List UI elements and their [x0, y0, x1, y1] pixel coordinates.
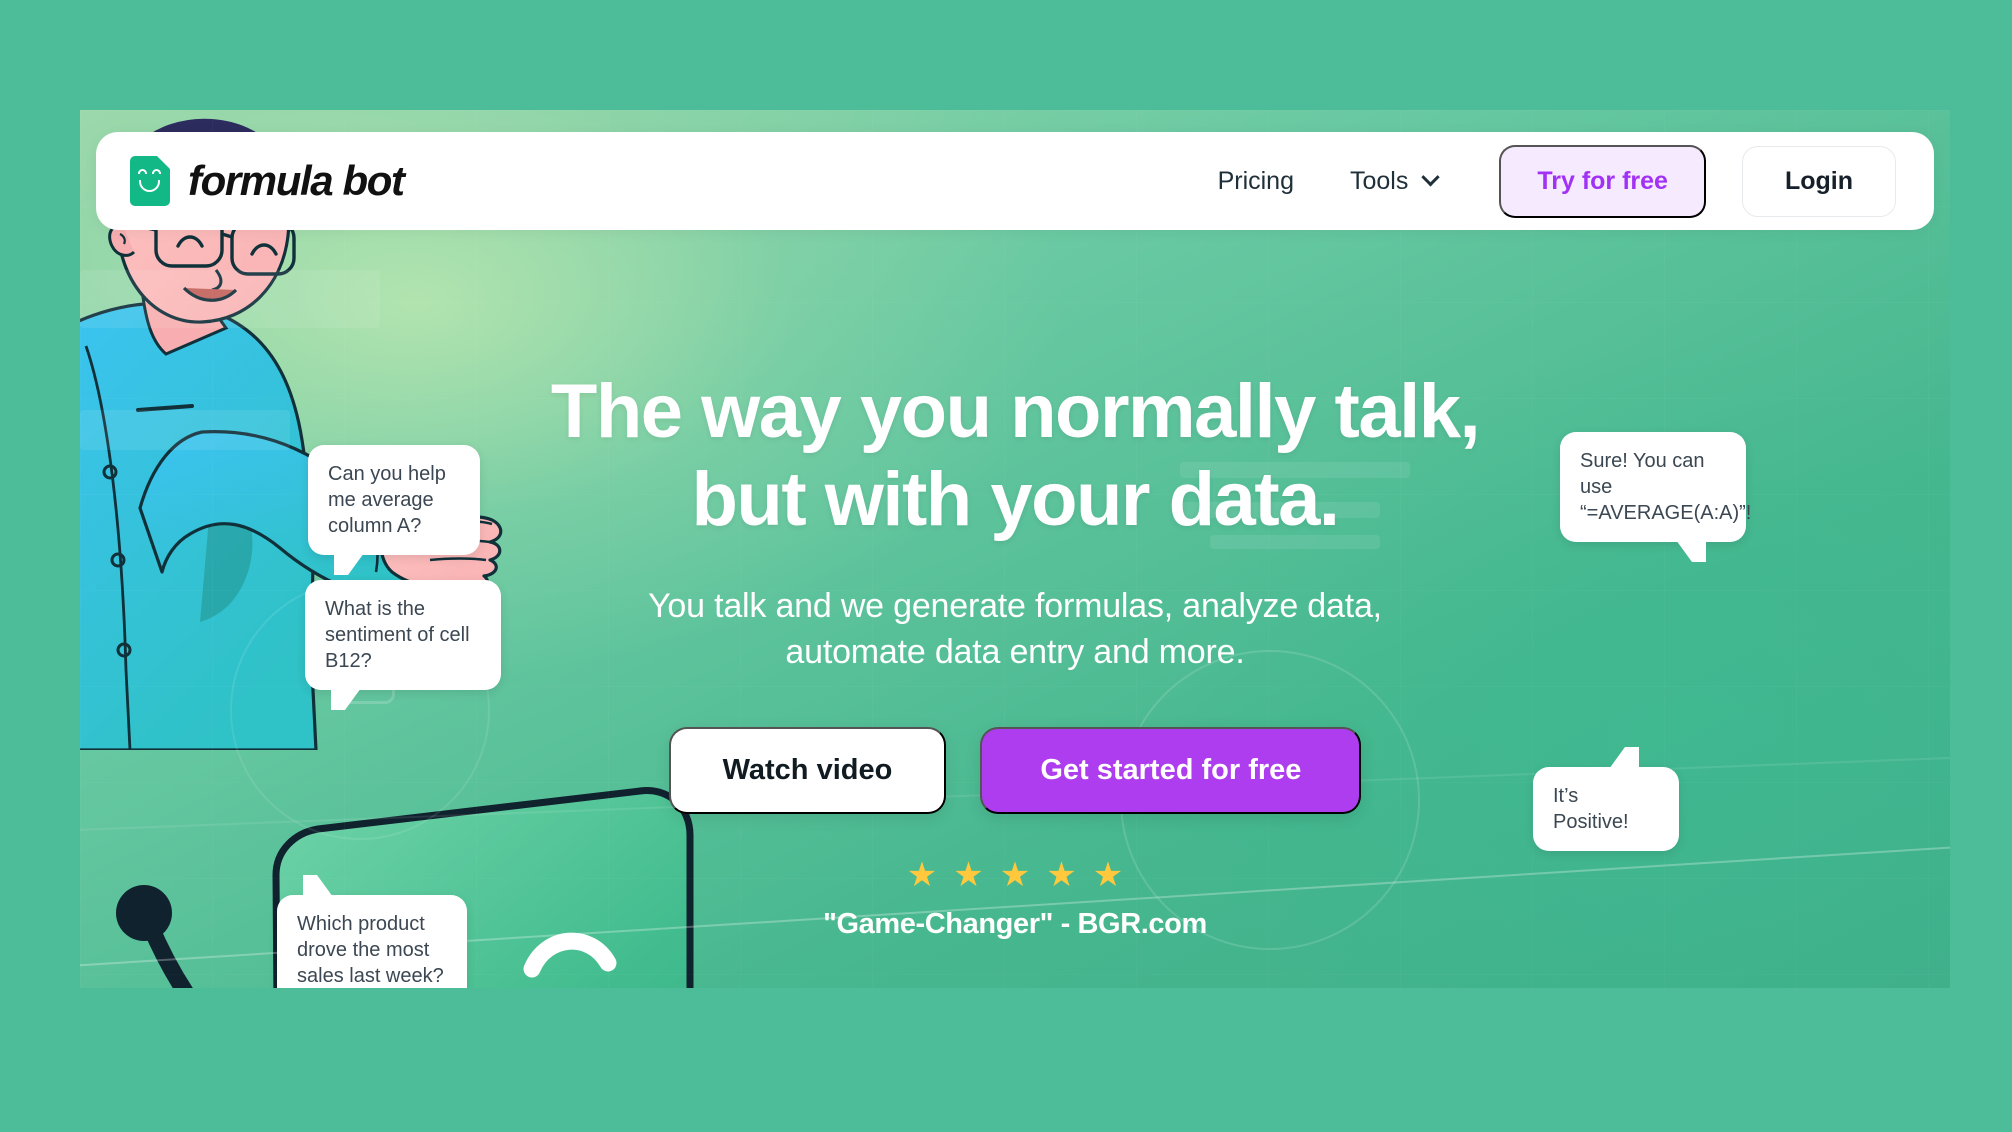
star-icon: ★ — [906, 855, 938, 894]
star-icon: ★ — [1046, 855, 1077, 894]
star-icon: ★ — [1092, 855, 1124, 894]
bubble-quote-close: ” — [1739, 502, 1746, 524]
navbar: formula bot Pricing Tools Try for free L… — [96, 132, 1934, 230]
get-started-button[interactable]: Get started for free — [980, 726, 1362, 814]
try-for-free-button[interactable]: Try for free — [1499, 144, 1706, 218]
brand[interactable]: formula bot — [130, 156, 405, 206]
subtitle-line-2: automate data entry and more. — [785, 632, 1245, 671]
bubble-tail — [1609, 747, 1639, 769]
logo-fold — [157, 156, 170, 169]
bubble-text-suffix: ! — [1745, 502, 1752, 524]
brand-name: formula bot — [188, 157, 405, 204]
bubble-text-prefix: It’s — [1553, 785, 1579, 807]
sentiment-value: Positive — [1553, 811, 1624, 833]
hero-section: ? — [80, 110, 1950, 988]
formula-text: =AVERAGE(A:A) — [1586, 502, 1740, 524]
bubble-tail — [331, 688, 361, 710]
smiley-document-icon — [130, 156, 170, 206]
bubble-text-prefix: Sure! You can use — [1580, 450, 1705, 498]
chevron-down-icon — [1421, 167, 1441, 186]
nav-right: Pricing Tools Try for free Login — [1196, 144, 1896, 218]
nav-link-pricing[interactable]: Pricing — [1196, 157, 1316, 206]
logo-smile — [139, 180, 160, 192]
subtitle-line-1: You talk and we generate formulas, analy… — [648, 587, 1382, 626]
bubble-quote-open: “ — [1580, 502, 1587, 524]
logo-eye-left — [138, 169, 147, 174]
headline-line-2: but with your data. — [691, 457, 1340, 543]
star-icon: ★ — [953, 855, 984, 894]
speech-bubble-average: Can you help me average column A? — [308, 445, 480, 575]
bubble-text: What is the sentiment of cell B12? — [325, 598, 470, 672]
bubble-tail — [1676, 540, 1706, 562]
bubble-text: Which product drove the most sales last … — [297, 913, 444, 987]
speech-bubble-product: Which product drove the most sales last … — [277, 875, 467, 988]
star-icon: ★ — [999, 855, 1031, 894]
bubble-tail — [303, 875, 333, 897]
headline-line-1: The way you normally talk, — [550, 369, 1481, 454]
speech-bubble-formula: Sure! You can use “=AVERAGE(A:A)”! — [1560, 432, 1751, 562]
speech-bubble-positive: It’s Positive! — [1533, 747, 1679, 851]
speech-bubble-sentiment: What is the sentiment of cell B12? — [305, 580, 501, 710]
nav-link-tools-label: Tools — [1349, 166, 1409, 195]
watch-video-button[interactable]: Watch video — [668, 726, 947, 814]
login-button[interactable]: Login — [1741, 145, 1896, 217]
nav-link-tools[interactable]: Tools — [1328, 157, 1459, 206]
bubble-text: Can you help me average column A? — [328, 463, 446, 537]
star-rating: ★ ★ ★ ★ ★ — [80, 858, 1950, 892]
hero-decor-band — [80, 270, 380, 328]
bubble-text-suffix: ! — [1623, 811, 1629, 833]
bubble-tail — [334, 553, 364, 575]
logo-eye-right — [152, 169, 161, 174]
